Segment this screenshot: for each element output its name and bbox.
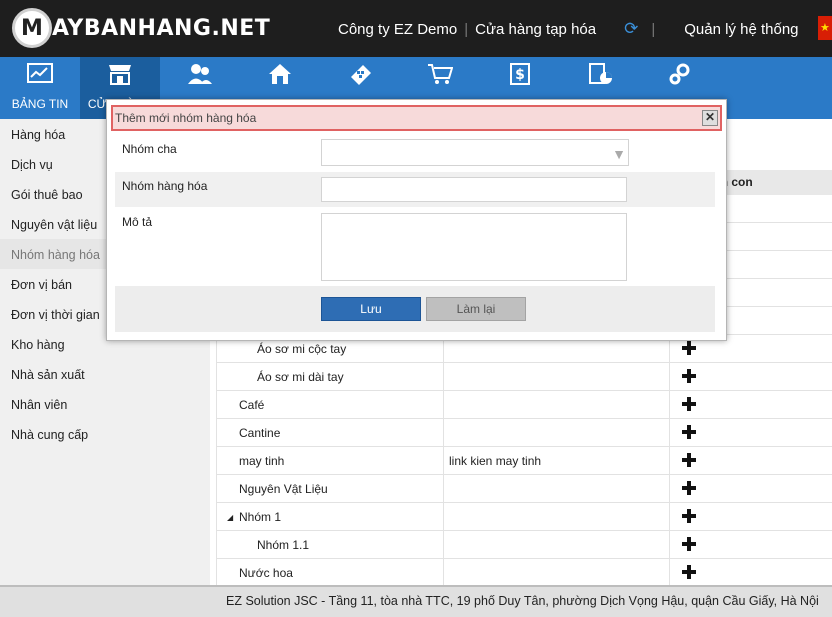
group-name: Nước hoa <box>217 559 444 587</box>
group-desc <box>444 559 670 587</box>
group-name: Áo sơ mi dài tay <box>217 363 444 391</box>
plus-icon[interactable] <box>682 341 696 355</box>
group-name: Nhóm 1.1 <box>217 531 444 559</box>
top-right: Công ty EZ Demo | Cửa hàng tạp hóa ⟳ | Q… <box>338 19 799 39</box>
group-name-label: Nhóm hàng hóa <box>122 179 208 193</box>
plus-icon[interactable] <box>682 453 696 467</box>
group-desc <box>444 391 670 419</box>
add-subgroup-cell <box>670 447 832 475</box>
group-name: may tinh <box>217 447 444 475</box>
add-subgroup-cell <box>670 503 832 531</box>
close-icon[interactable]: ✕ <box>702 110 718 126</box>
dialog-title: Thêm mới nhóm hàng hóa <box>115 111 257 125</box>
store-icon <box>80 63 160 89</box>
description-label: Mô tả <box>122 215 153 229</box>
dropdown-arrow-icon[interactable]: ▼ <box>612 146 626 162</box>
plus-icon[interactable] <box>682 369 696 383</box>
group-name-row: Nhóm hàng hóa <box>115 172 715 207</box>
dashboard-icon <box>0 63 80 89</box>
report-icon <box>560 63 640 89</box>
sidebar-item-suppliers[interactable]: Nhà cung cấp <box>0 419 210 449</box>
parent-group-row: Nhóm cha ▼ <box>115 136 715 172</box>
separator: | <box>651 20 656 38</box>
parent-group-select[interactable]: ▼ <box>321 139 629 166</box>
add-subgroup-cell <box>670 531 832 559</box>
top-bar: M AYBANHANG.NET Công ty EZ Demo | Cửa hà… <box>0 0 832 57</box>
company-name[interactable]: Công ty EZ Demo <box>338 21 457 38</box>
table-row: Áo sơ mi dài tay <box>216 363 832 391</box>
money-icon: $ <box>480 63 560 89</box>
logo[interactable]: M AYBANHANG.NET <box>12 8 270 48</box>
table-row: Nước hoa <box>216 559 832 587</box>
group-name: Cantine <box>217 419 444 447</box>
vietnam-flag-icon[interactable]: ★ <box>818 16 832 40</box>
save-button[interactable]: Lưu <box>321 297 421 321</box>
table-row: Nguyên Vật Liệu <box>216 475 832 503</box>
add-subgroup-cell <box>670 559 832 587</box>
group-desc <box>444 503 670 531</box>
group-name: Café <box>217 391 444 419</box>
sidebar-item-manufacturers[interactable]: Nhà sản xuất <box>0 359 210 389</box>
table-row: Nhóm 1.1 <box>216 531 832 559</box>
logo-text: AYBANHANG.NET <box>52 15 271 41</box>
collapse-triangle-icon[interactable]: ◢ <box>227 503 233 532</box>
add-subgroup-cell <box>670 391 832 419</box>
dialog-title-bar: Thêm mới nhóm hàng hóa ✕ <box>111 105 722 131</box>
group-name-cell: ◢ Nhóm 1 <box>217 503 444 531</box>
calculator-icon <box>320 63 400 89</box>
plus-icon[interactable] <box>682 565 696 579</box>
add-subgroup-cell <box>670 363 832 391</box>
separator: | <box>464 20 469 38</box>
parent-group-label: Nhóm cha <box>122 142 177 156</box>
description-textarea[interactable] <box>321 213 627 281</box>
add-product-group-dialog: Thêm mới nhóm hàng hóa ✕ Nhóm cha ▼ Nhóm… <box>106 99 727 341</box>
table-row: Cantine <box>216 419 832 447</box>
group-desc <box>444 531 670 559</box>
cart-icon <box>400 63 480 89</box>
plus-icon[interactable] <box>682 397 696 411</box>
add-subgroup-cell <box>670 475 832 503</box>
plus-icon[interactable] <box>682 509 696 523</box>
refresh-icon[interactable]: ⟳ <box>624 19 638 39</box>
nav-dashboard[interactable]: BẢNG TIN <box>0 57 80 119</box>
group-desc <box>444 419 670 447</box>
nav-label: BẢNG TIN <box>11 97 69 111</box>
plus-icon[interactable] <box>682 537 696 551</box>
system-management-link[interactable]: Quản lý hệ thống <box>684 21 798 38</box>
plus-icon[interactable] <box>682 425 696 439</box>
store-name[interactable]: Cửa hàng tạp hóa <box>475 21 596 38</box>
table-row: Café <box>216 391 832 419</box>
group-desc: link kien may tinh <box>444 447 670 475</box>
description-row: Mô tả <box>115 207 715 286</box>
footer-address: EZ Solution JSC - Tầng 11, tòa nhà TTC, … <box>226 594 819 608</box>
table-row: may tinh link kien may tinh <box>216 447 832 475</box>
customers-icon <box>160 63 240 89</box>
group-name: Nguyên Vật Liệu <box>217 475 444 503</box>
group-name-input[interactable] <box>321 177 627 202</box>
group-desc <box>444 363 670 391</box>
footer: EZ Solution JSC - Tầng 11, tòa nhà TTC, … <box>0 585 832 617</box>
logo-mark: M <box>12 8 52 48</box>
sidebar-item-employees[interactable]: Nhân viên <box>0 389 210 419</box>
dialog-actions: Lưu Làm lại <box>115 286 715 332</box>
add-subgroup-cell <box>670 419 832 447</box>
settings-icon <box>640 63 720 89</box>
reset-button[interactable]: Làm lại <box>426 297 526 321</box>
group-name: Nhóm 1 <box>239 510 282 524</box>
svg-text:$: $ <box>515 67 525 83</box>
home-icon <box>240 63 320 89</box>
table-row: ◢ Nhóm 1 <box>216 503 832 531</box>
plus-icon[interactable] <box>682 481 696 495</box>
group-desc <box>444 475 670 503</box>
